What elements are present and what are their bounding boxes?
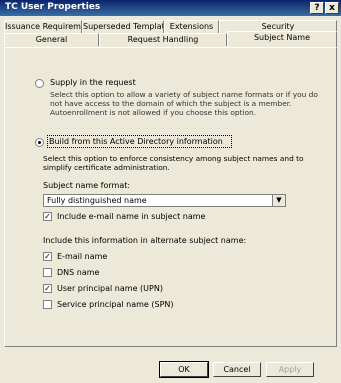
build-label[interactable]: Build from this Active Directory informa… bbox=[49, 137, 223, 146]
build-description: Select this option to enforce consistenc… bbox=[43, 154, 304, 172]
subject-format-select[interactable]: Fully distinguished name ▼ bbox=[43, 194, 286, 207]
close-button[interactable]: x bbox=[325, 2, 339, 14]
spn-checkbox[interactable] bbox=[43, 300, 52, 309]
upn-label[interactable]: User principal name (UPN) bbox=[57, 284, 163, 293]
tab-extensions[interactable]: Extensions bbox=[164, 20, 219, 33]
tab-request-handling[interactable]: Request Handling bbox=[99, 33, 227, 46]
email-name-label[interactable]: E-mail name bbox=[57, 252, 107, 261]
subject-format-value: Fully distinguished name bbox=[47, 196, 147, 205]
supply-description: Select this option to allow a variety of… bbox=[50, 90, 318, 117]
tabs-row-2: General Request Handling Subject Name bbox=[4, 31, 337, 47]
build-radio[interactable] bbox=[35, 138, 44, 147]
title-bar: TC User Properties ? x bbox=[0, 0, 341, 16]
spn-label[interactable]: Service principal name (SPN) bbox=[57, 300, 174, 309]
include-email-label[interactable]: Include e-mail name in subject name bbox=[57, 212, 205, 221]
tab-subject-name[interactable]: Subject Name bbox=[227, 31, 337, 47]
tab-superseded-templates[interactable]: Superseded Templates bbox=[82, 20, 164, 33]
chevron-down-icon[interactable]: ▼ bbox=[272, 195, 285, 206]
subject-format-label: Subject name format: bbox=[43, 181, 131, 190]
window-title: TC User Properties bbox=[5, 2, 101, 12]
email-name-checkbox[interactable]: ✓ bbox=[43, 252, 52, 261]
dns-name-checkbox[interactable] bbox=[43, 268, 52, 277]
ok-button[interactable]: OK bbox=[159, 361, 209, 378]
dns-name-label[interactable]: DNS name bbox=[57, 268, 99, 277]
cancel-button[interactable]: Cancel bbox=[213, 362, 261, 377]
include-email-checkbox[interactable]: ✓ bbox=[43, 212, 52, 221]
tab-general[interactable]: General bbox=[4, 33, 99, 46]
supply-radio[interactable] bbox=[35, 79, 44, 88]
help-button[interactable]: ? bbox=[310, 2, 324, 14]
tab-issuance-requirements[interactable]: Issuance Requirements bbox=[4, 20, 82, 33]
upn-checkbox[interactable]: ✓ bbox=[43, 284, 52, 293]
alt-name-label: Include this information in alternate su… bbox=[43, 236, 247, 245]
supply-label[interactable]: Supply in the request bbox=[50, 78, 136, 87]
apply-button[interactable]: Apply bbox=[266, 362, 314, 377]
